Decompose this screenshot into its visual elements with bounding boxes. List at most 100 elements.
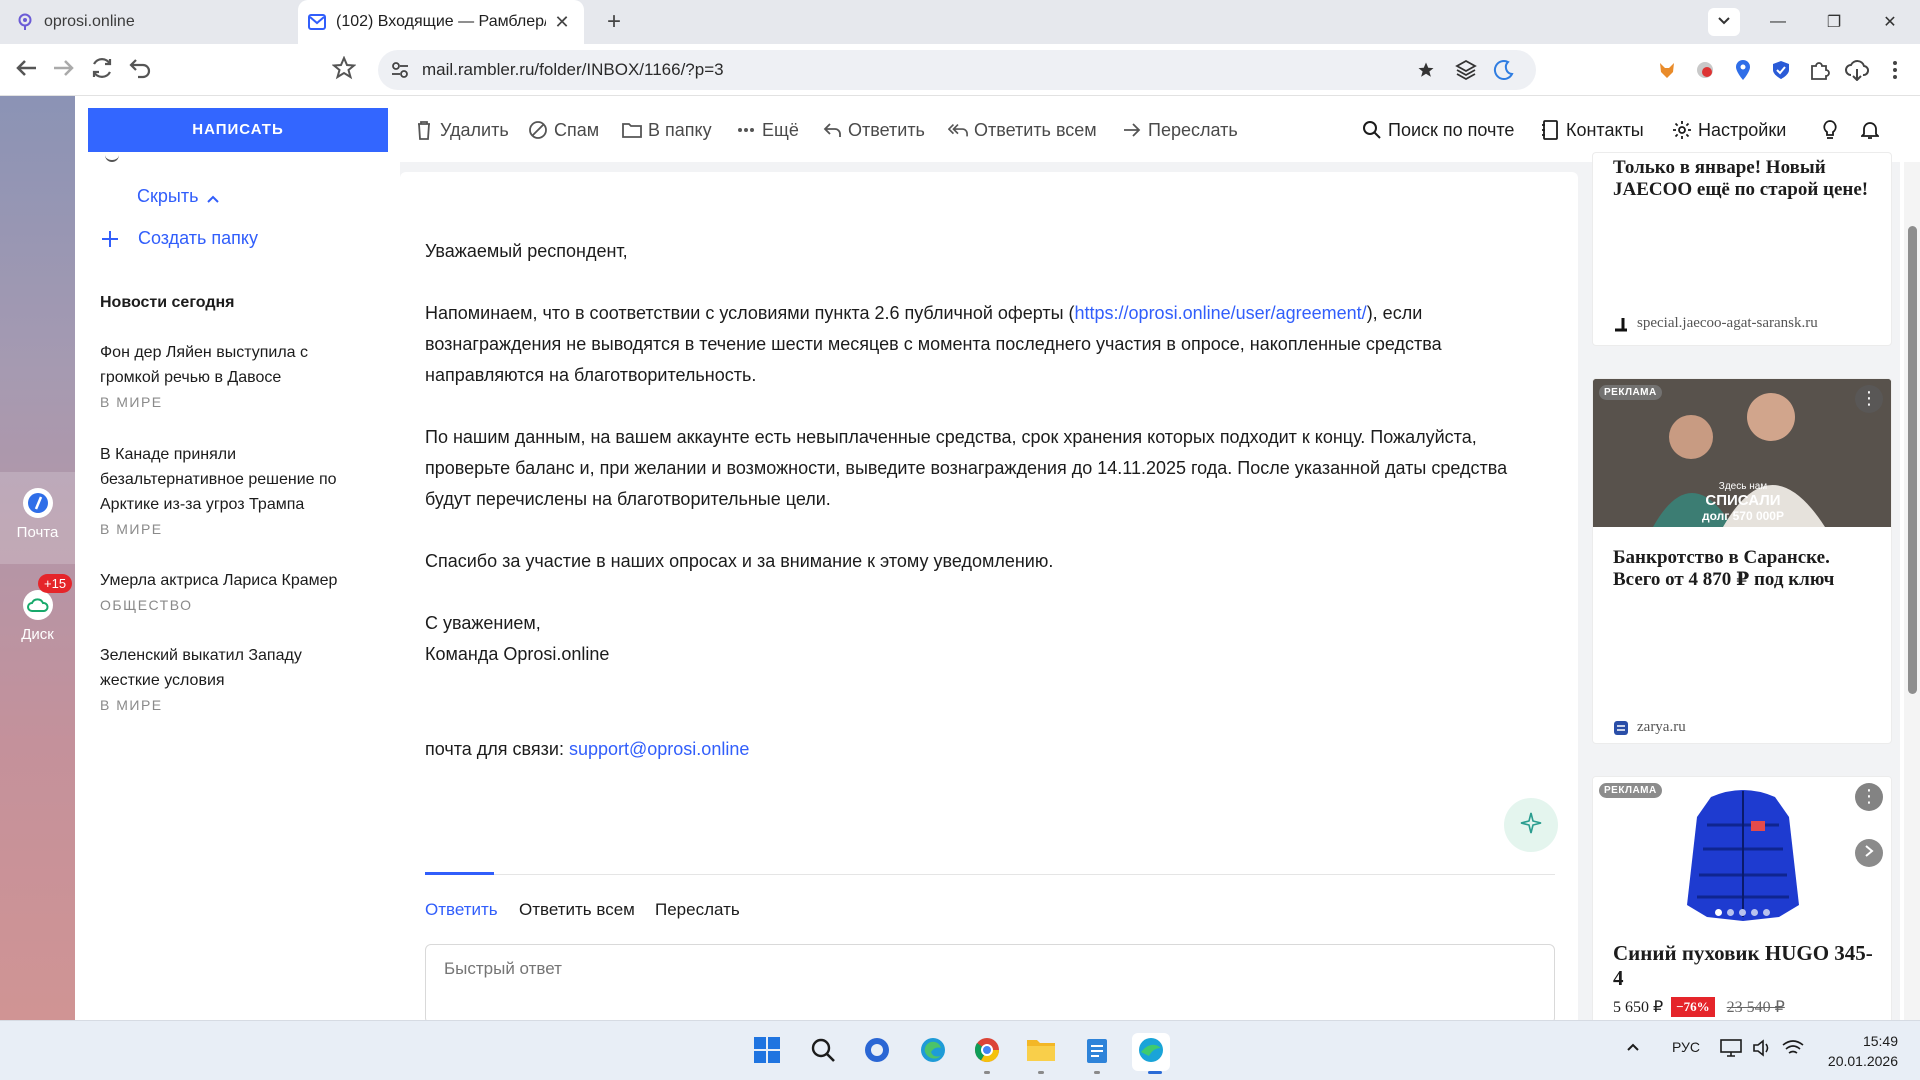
- taskbar-app-active-browser[interactable]: [1132, 1033, 1170, 1071]
- system-clock[interactable]: 15:49 20.01.2026: [1818, 1031, 1898, 1071]
- taskbar-app-notepad[interactable]: [1078, 1033, 1116, 1071]
- tray-chevron-button[interactable]: [1626, 1039, 1640, 1055]
- compose-button[interactable]: НАПИСАТЬ: [88, 108, 388, 152]
- rail-item-disk[interactable]: +15 Диск: [0, 574, 75, 664]
- extension-shield-icon[interactable]: [1768, 57, 1794, 83]
- restore-icon: ❐: [1826, 14, 1842, 31]
- taskbar-app-edge[interactable]: [914, 1033, 952, 1071]
- star-icon[interactable]: [1414, 58, 1438, 82]
- tab-search-button[interactable]: [1708, 8, 1740, 36]
- extension-pin-icon[interactable]: [1730, 57, 1756, 83]
- input-language[interactable]: РУС: [1672, 1039, 1700, 1055]
- carousel-dot[interactable]: [1763, 909, 1770, 916]
- news-item[interactable]: В Канаде приняли безальтернативное решен…: [100, 442, 360, 537]
- news-item[interactable]: Умерла актриса Лариса Крамер ОБЩЕСТВО: [100, 568, 360, 613]
- taskbar-search-button[interactable]: [804, 1033, 842, 1071]
- extension-fox-icon[interactable]: [1654, 57, 1680, 83]
- scrollbar-thumb[interactable]: [1908, 226, 1917, 694]
- search-icon: [810, 1037, 836, 1068]
- moon-icon[interactable]: [1492, 58, 1516, 82]
- tips-button[interactable]: [1820, 118, 1846, 142]
- ad-card-jacket[interactable]: РЕКЛАМА ⋮ Синий пуховик HUGO 345-4 5 650…: [1592, 776, 1892, 1036]
- reload-button[interactable]: [88, 56, 116, 84]
- start-button[interactable]: [748, 1033, 786, 1071]
- plus-icon: [100, 229, 120, 249]
- extension-block-icon[interactable]: [1692, 57, 1718, 83]
- reply-button[interactable]: Ответить: [822, 118, 925, 142]
- create-folder-link[interactable]: Создать папку: [100, 228, 258, 249]
- quick-reply-box[interactable]: [425, 944, 1555, 1024]
- layers-icon[interactable]: [1454, 58, 1478, 82]
- back-button[interactable]: [12, 56, 40, 84]
- undo-button[interactable]: [126, 56, 154, 84]
- more-button[interactable]: Ещё: [736, 118, 799, 142]
- reply-all-button[interactable]: Ответить всем: [948, 118, 1097, 142]
- move-to-folder-button[interactable]: В папку: [622, 118, 712, 142]
- carousel-next-button[interactable]: [1855, 839, 1883, 867]
- close-icon[interactable]: ✕: [552, 12, 572, 32]
- search-mail-button[interactable]: Поиск по почте: [1362, 118, 1514, 142]
- ad-title: Синий пуховик HUGO 345-4: [1613, 941, 1873, 990]
- notifications-button[interactable]: [1860, 118, 1886, 142]
- ad-more-button[interactable]: ⋮: [1855, 385, 1883, 413]
- arrow-left-icon: [14, 58, 38, 83]
- new-tab-button[interactable]: +: [600, 8, 628, 36]
- tab-forward[interactable]: Переслать: [655, 900, 740, 920]
- news-headline: В Канаде приняли безальтернативное решен…: [100, 446, 337, 513]
- taskbar-app-chrome[interactable]: [968, 1033, 1006, 1071]
- carousel-dot[interactable]: [1715, 909, 1722, 916]
- close-icon: ✕: [1883, 14, 1897, 31]
- trash-icon: [414, 120, 434, 140]
- ad-card-bankruptcy[interactable]: Здесь нам СПИСАЛИ долг 570 000Р РЕКЛАМА …: [1592, 378, 1892, 744]
- reload-icon: [90, 56, 114, 85]
- site-settings-icon[interactable]: [388, 58, 412, 82]
- hide-folders-link[interactable]: Скрыть: [137, 186, 220, 208]
- bookmark-button[interactable]: [330, 54, 358, 85]
- display-icon[interactable]: [1720, 1039, 1742, 1060]
- maximize-button[interactable]: ❐: [1806, 0, 1862, 44]
- taskbar-app-browser-blue[interactable]: [858, 1033, 896, 1071]
- news-item[interactable]: Зеленский выкатил Западу жесткие условия…: [100, 643, 360, 713]
- agreement-link[interactable]: https://oprosi.online/user/agreement/: [1075, 303, 1367, 323]
- quick-reply-input[interactable]: [444, 959, 1444, 979]
- contacts-button[interactable]: Контакты: [1540, 118, 1644, 142]
- ai-assistant-button[interactable]: [1504, 798, 1558, 852]
- active-tab-underline: [425, 872, 494, 875]
- ad-card-jaecoo[interactable]: Только в январе! Новый JAECOO ещё по ста…: [1592, 152, 1892, 346]
- volume-icon[interactable]: [1752, 1039, 1772, 1060]
- tab-reply-all[interactable]: Ответить всем: [519, 900, 635, 920]
- puzzle-icon[interactable]: [1806, 57, 1832, 83]
- tab-rambler-mail[interactable]: (102) Входящие — Рамблер/почта ✕: [298, 0, 584, 44]
- settings-button[interactable]: Настройки: [1672, 118, 1786, 142]
- overlay-small-text: Здесь нам: [1718, 481, 1768, 492]
- more-dots-icon: [736, 120, 756, 140]
- old-price: 23 540 ₽: [1726, 999, 1785, 1016]
- rail-item-mail[interactable]: Почта: [0, 472, 75, 564]
- forward-button[interactable]: Переслать: [1122, 118, 1238, 142]
- ad-more-button[interactable]: ⋮: [1855, 783, 1883, 811]
- minimize-button[interactable]: —: [1750, 0, 1806, 44]
- ad-title: Банкротство в Саранске. Всего от 4 870 ₽…: [1613, 547, 1835, 590]
- tab-reply[interactable]: Ответить: [425, 900, 498, 920]
- carousel-dot[interactable]: [1739, 909, 1746, 916]
- forward-button[interactable]: [50, 56, 78, 84]
- address-bar[interactable]: mail.rambler.ru/folder/INBOX/1166/?p=3: [378, 50, 1536, 90]
- star-icon: [331, 54, 357, 85]
- menu-dots-icon[interactable]: [1882, 57, 1908, 83]
- close-window-button[interactable]: ✕: [1862, 0, 1918, 44]
- ad-title: Только в январе! Новый JAECOO ещё по ста…: [1613, 157, 1869, 200]
- mail-icon: [308, 13, 326, 31]
- delete-button[interactable]: Удалить: [414, 118, 509, 142]
- ad-domain: zarya.ru: [1613, 719, 1686, 736]
- news-item[interactable]: Фон дер Ляйен выступила с громкой речью …: [100, 340, 360, 410]
- price-row: 5 650 ₽ −76% 23 540 ₽: [1613, 997, 1785, 1017]
- taskbar-app-explorer[interactable]: [1022, 1033, 1060, 1071]
- network-icon[interactable]: [1782, 1039, 1804, 1060]
- cloud-download-icon[interactable]: [1844, 57, 1870, 83]
- tab-oprosi[interactable]: oprosi.online: [0, 0, 296, 44]
- spam-button[interactable]: Спам: [528, 118, 599, 142]
- carousel-dot[interactable]: [1727, 909, 1734, 916]
- page-scrollbar[interactable]: [1904, 162, 1920, 1020]
- support-email-link[interactable]: support@oprosi.online: [569, 739, 749, 759]
- carousel-dot[interactable]: [1751, 909, 1758, 916]
